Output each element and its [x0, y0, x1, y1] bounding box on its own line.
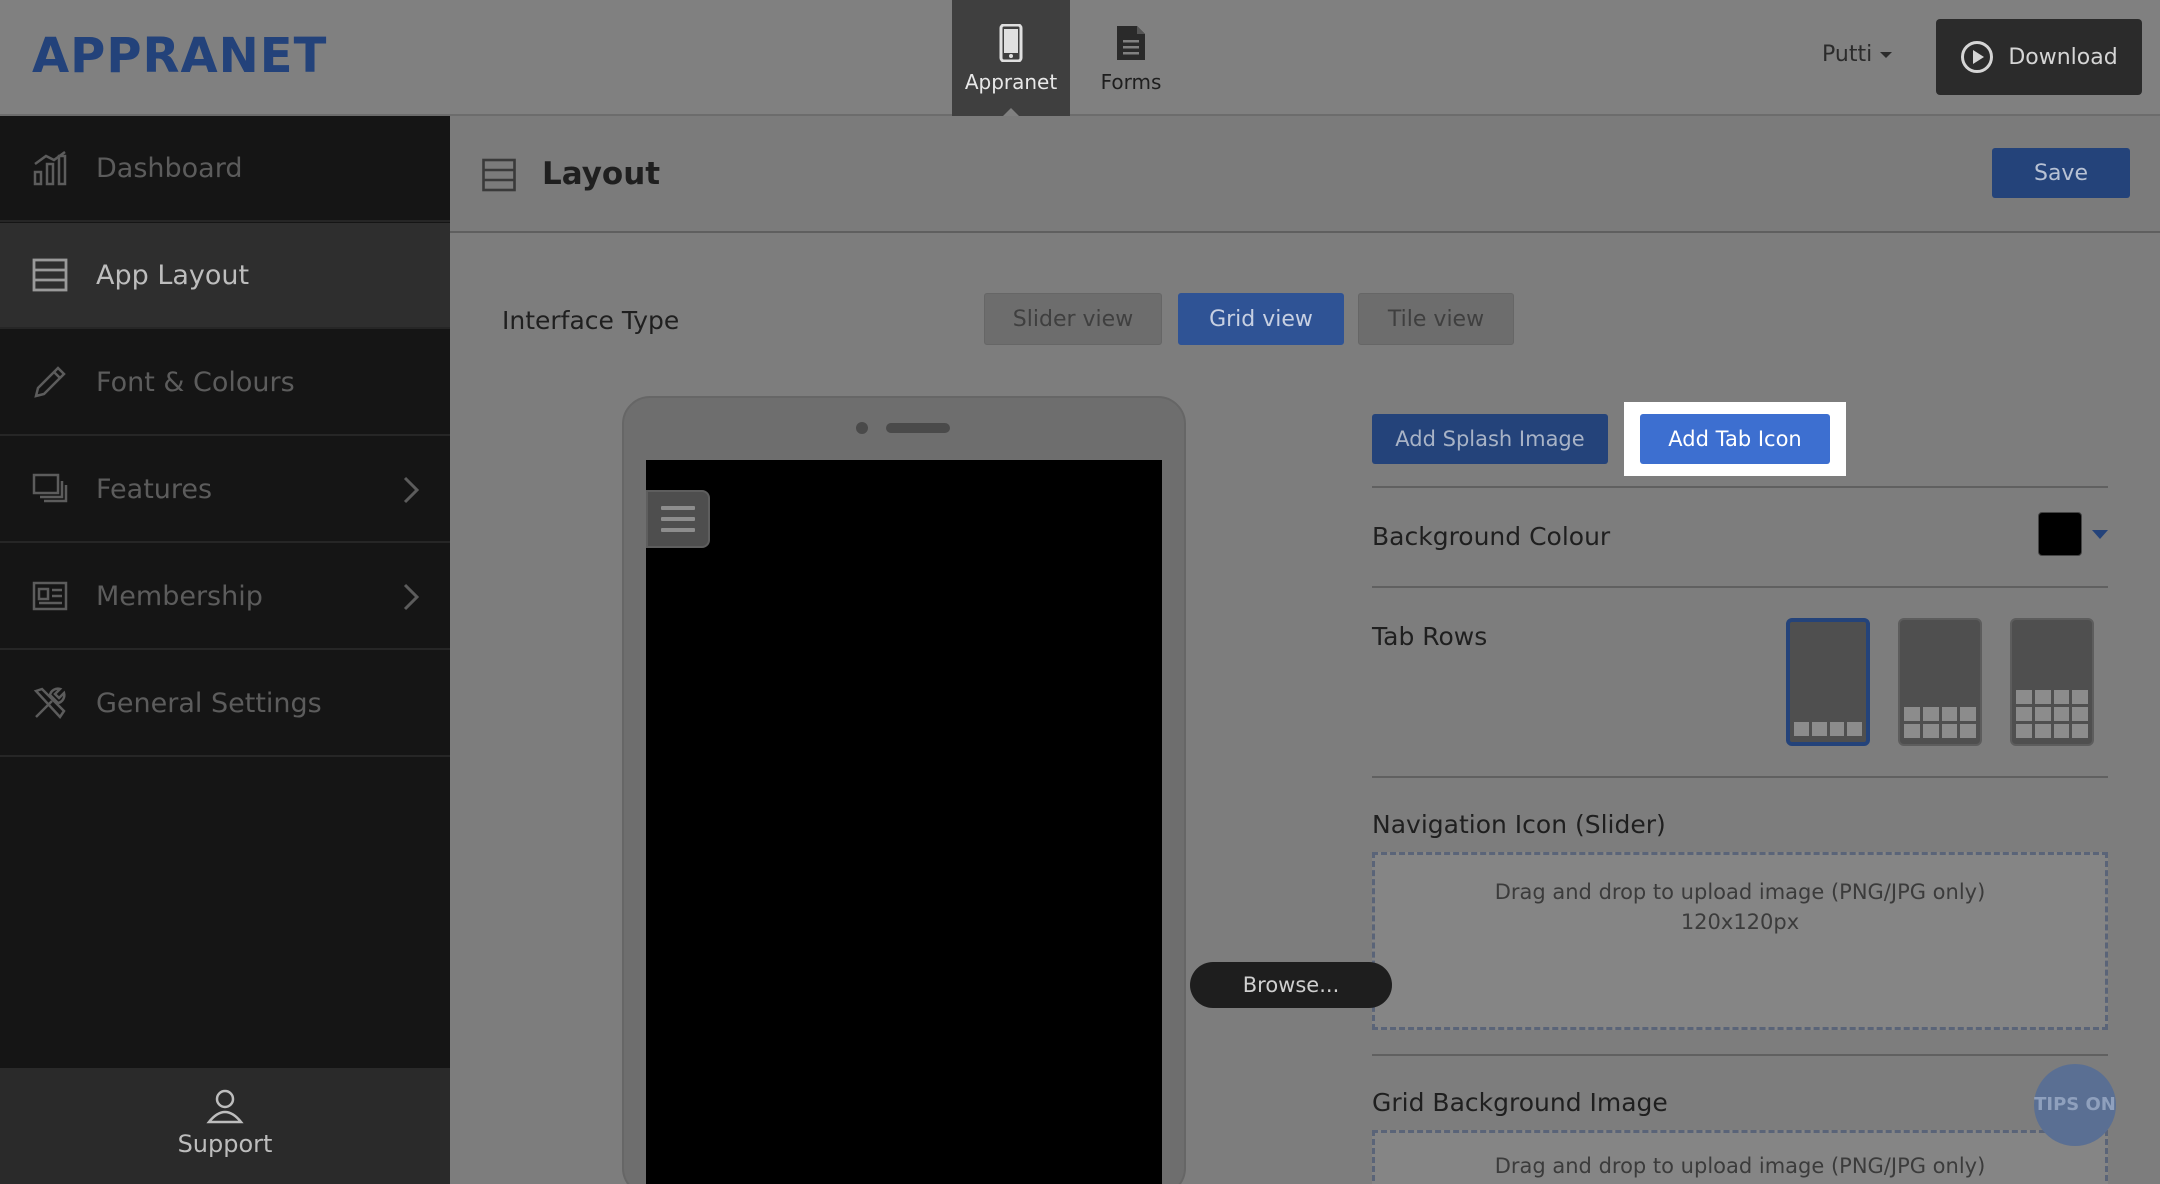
support-button[interactable]: Support — [0, 1068, 450, 1184]
sidebar-item-label: Features — [96, 473, 213, 505]
id-card-icon — [30, 576, 70, 616]
nav-tab-label: Appranet — [964, 70, 1058, 94]
grid-view-button[interactable]: Grid view — [1178, 293, 1344, 345]
save-button[interactable]: Save — [1992, 148, 2130, 198]
sidebar-item-dashboard[interactable]: Dashboard — [0, 116, 450, 222]
grid-background-label: Grid Background Image — [1372, 1088, 1668, 1117]
divider — [1372, 586, 2108, 588]
divider — [1372, 1054, 2108, 1056]
sidebar-item-label: Membership — [96, 580, 263, 612]
sidebar-item-label: Dashboard — [96, 152, 243, 184]
sidebar-item-general-settings[interactable]: General Settings — [0, 651, 450, 757]
page-title: Layout — [542, 156, 661, 192]
support-label: Support — [177, 1130, 273, 1158]
add-tab-icon-button[interactable]: Add Tab Icon — [1640, 414, 1830, 464]
phone-camera — [856, 422, 868, 434]
nav-tab-appranet[interactable]: Appranet — [952, 0, 1070, 117]
chevron-right-icon — [403, 476, 420, 504]
pencil-icon — [30, 362, 70, 402]
hamburger-menu-icon[interactable] — [646, 490, 710, 548]
page-header: Layout Save — [450, 116, 2160, 233]
dropzone-text: Drag and drop to upload image (PNG/JPG o… — [1494, 1154, 1986, 1178]
user-icon — [206, 1089, 244, 1124]
top-bar: APPRANET Appranet Forms Putti Download — [0, 0, 2160, 117]
download-label: Download — [2008, 44, 2118, 70]
sidebar-item-membership[interactable]: Membership — [0, 544, 450, 650]
play-circle-icon — [1961, 41, 1994, 73]
dropzone-size: 120x120px — [1680, 910, 1800, 934]
add-splash-image-button[interactable]: Add Splash Image — [1372, 414, 1608, 464]
user-name: Putti — [1822, 42, 1873, 67]
sidebar: Dashboard App Layout Font & Colours Feat… — [0, 116, 450, 1184]
tab-rows-option-1[interactable] — [1786, 618, 1870, 746]
document-icon — [1117, 26, 1145, 60]
browse-button[interactable]: Browse... — [1190, 962, 1392, 1008]
grid-background-dropzone[interactable]: Drag and drop to upload image (PNG/JPG o… — [1372, 1130, 2108, 1184]
navigation-icon-label: Navigation Icon (Slider) — [1372, 810, 1666, 839]
bar-chart-icon — [30, 148, 70, 188]
sidebar-item-label: General Settings — [96, 687, 322, 719]
dropzone-text: Drag and drop to upload image (PNG/JPG o… — [1494, 880, 1986, 904]
monitor-stack-icon — [30, 469, 70, 509]
tab-rows-option-3[interactable] — [2010, 618, 2094, 746]
layout-icon — [482, 158, 516, 192]
chevron-right-icon — [403, 583, 420, 611]
background-colour-label: Background Colour — [1372, 522, 1611, 551]
layout-icon — [30, 255, 70, 295]
sidebar-item-app-layout[interactable]: App Layout — [0, 223, 450, 329]
sidebar-item-label: Font & Colours — [96, 366, 295, 398]
tools-icon — [30, 683, 70, 723]
phone-speaker — [886, 423, 950, 433]
app-logo[interactable]: APPRANET — [32, 28, 327, 84]
interface-type-label: Interface Type — [502, 306, 680, 335]
slider-view-button[interactable]: Slider view — [984, 293, 1162, 345]
main-content: Layout Save Interface Type Slider view G… — [450, 116, 2160, 1184]
sidebar-item-label: App Layout — [96, 259, 250, 291]
tab-rows-label: Tab Rows — [1372, 622, 1488, 651]
sidebar-item-features[interactable]: Features — [0, 437, 450, 543]
user-menu[interactable]: Putti — [1822, 42, 1893, 67]
chevron-down-icon[interactable] — [2092, 530, 2108, 539]
chevron-down-icon — [1880, 52, 1893, 58]
phone-screen — [646, 460, 1162, 1184]
tab-rows-option-2[interactable] — [1898, 618, 1982, 746]
nav-tab-label: Forms — [1100, 70, 1162, 94]
background-colour-swatch[interactable] — [2038, 512, 2082, 556]
download-button[interactable]: Download — [1936, 19, 2142, 95]
divider — [1372, 486, 2108, 488]
sidebar-item-font-colours[interactable]: Font & Colours — [0, 330, 450, 436]
phone-icon — [999, 24, 1023, 62]
phone-preview — [622, 396, 1186, 1184]
tile-view-button[interactable]: Tile view — [1358, 293, 1514, 345]
tips-toggle[interactable]: TIPS ON — [2034, 1064, 2116, 1146]
nav-tab-forms[interactable]: Forms — [1072, 0, 1190, 116]
navigation-icon-dropzone[interactable]: Drag and drop to upload image (PNG/JPG o… — [1372, 852, 2108, 1030]
divider — [1372, 776, 2108, 778]
